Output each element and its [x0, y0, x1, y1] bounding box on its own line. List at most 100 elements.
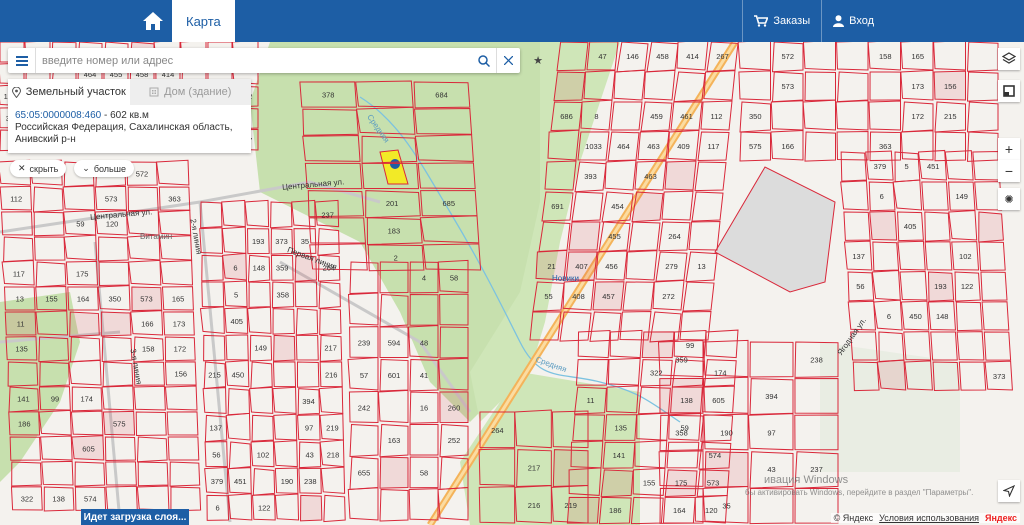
- parcel[interactable]: [3, 236, 34, 263]
- parcel[interactable]: [409, 423, 439, 456]
- parcel[interactable]: [836, 71, 869, 103]
- rotate-button[interactable]: ✺: [998, 188, 1020, 210]
- parcel[interactable]: [227, 493, 253, 521]
- parcel[interactable]: [682, 281, 715, 312]
- parcel[interactable]: [978, 241, 1006, 271]
- parcel[interactable]: [802, 42, 836, 71]
- parcel[interactable]: [41, 460, 74, 486]
- parcel[interactable]: [956, 331, 985, 361]
- parcel[interactable]: [159, 259, 194, 286]
- parcel[interactable]: [577, 330, 611, 359]
- parcel[interactable]: [868, 100, 901, 131]
- parcel[interactable]: [136, 485, 170, 511]
- parcel[interactable]: [622, 281, 655, 311]
- parcel[interactable]: [166, 411, 199, 436]
- parcel[interactable]: [250, 361, 273, 390]
- parcel[interactable]: [840, 151, 867, 182]
- parcel[interactable]: [628, 221, 661, 252]
- parcel[interactable]: [609, 329, 643, 359]
- login-button[interactable]: Вход: [821, 0, 1024, 42]
- parcel[interactable]: [169, 461, 201, 487]
- parcel[interactable]: [379, 456, 409, 489]
- parcel[interactable]: [349, 261, 379, 295]
- parcel[interactable]: [74, 461, 106, 487]
- parcel[interactable]: [35, 261, 67, 288]
- home-button[interactable]: [134, 0, 172, 42]
- parcel[interactable]: [167, 436, 200, 461]
- parcel[interactable]: [272, 308, 295, 335]
- parcel[interactable]: [980, 271, 1008, 301]
- parcel[interactable]: [966, 101, 999, 133]
- parcel[interactable]: [589, 311, 622, 342]
- parcel[interactable]: [227, 388, 250, 416]
- parcel[interactable]: [966, 42, 999, 72]
- parcel[interactable]: [552, 449, 589, 487]
- parcel[interactable]: [983, 331, 1012, 361]
- parcel[interactable]: [62, 185, 96, 211]
- parcel[interactable]: [631, 191, 664, 223]
- parcel[interactable]: [104, 436, 136, 461]
- favorites-button[interactable]: ★: [528, 50, 548, 70]
- parcel[interactable]: [244, 199, 270, 228]
- parcel[interactable]: [924, 211, 951, 242]
- parcel[interactable]: [924, 241, 953, 271]
- parcel[interactable]: [897, 240, 926, 271]
- parcel[interactable]: [164, 385, 198, 411]
- parcel[interactable]: [610, 101, 643, 131]
- parcel[interactable]: [133, 385, 166, 411]
- parcel[interactable]: [170, 486, 202, 512]
- search-button[interactable]: [472, 48, 496, 73]
- parcel[interactable]: [377, 389, 409, 424]
- parcel[interactable]: [869, 210, 898, 241]
- parcel[interactable]: [274, 493, 300, 521]
- parcel[interactable]: [843, 211, 871, 241]
- parcel[interactable]: [272, 361, 297, 388]
- parcel[interactable]: [571, 191, 604, 222]
- parcel[interactable]: [607, 357, 641, 386]
- parcel[interactable]: [553, 71, 586, 102]
- parcel[interactable]: [899, 270, 928, 301]
- parcel[interactable]: [63, 234, 98, 261]
- parcel[interactable]: [247, 306, 272, 334]
- parcel[interactable]: [840, 180, 869, 211]
- parcel[interactable]: [137, 461, 169, 487]
- parcel[interactable]: [379, 488, 409, 522]
- parcel[interactable]: [200, 201, 223, 229]
- parcel[interactable]: [643, 69, 676, 101]
- parcel[interactable]: [871, 269, 901, 301]
- parcel[interactable]: [202, 387, 227, 414]
- parcel[interactable]: [738, 70, 771, 101]
- parcel[interactable]: [981, 301, 1010, 331]
- parcel[interactable]: [251, 414, 274, 442]
- parcel[interactable]: [100, 311, 132, 337]
- parcel[interactable]: [666, 441, 700, 469]
- parcel[interactable]: [770, 100, 804, 131]
- tab-building[interactable]: Дом (здание): [129, 79, 251, 105]
- parcel[interactable]: [804, 131, 836, 162]
- parcel[interactable]: [295, 334, 319, 361]
- parcel[interactable]: [221, 199, 246, 228]
- parcel[interactable]: [201, 281, 225, 308]
- parcel[interactable]: [955, 301, 983, 332]
- geolocate-button[interactable]: [998, 480, 1020, 502]
- clear-search-button[interactable]: [496, 48, 520, 73]
- parcel[interactable]: [105, 461, 137, 486]
- parcel[interactable]: [737, 42, 771, 71]
- parcel[interactable]: [33, 236, 66, 261]
- parcel[interactable]: [568, 221, 601, 251]
- parcel[interactable]: [273, 413, 298, 441]
- parcel[interactable]: [347, 487, 379, 521]
- parcel[interactable]: [98, 236, 129, 262]
- orders-button[interactable]: Заказы: [742, 0, 821, 42]
- parcel[interactable]: [804, 71, 836, 101]
- menu-button[interactable]: [8, 48, 36, 73]
- parcel[interactable]: [225, 334, 249, 361]
- parcel[interactable]: [249, 386, 274, 414]
- parcel[interactable]: [892, 179, 923, 211]
- zoom-in-button[interactable]: +: [998, 138, 1020, 160]
- parcel[interactable]: [934, 131, 966, 162]
- parcel[interactable]: [664, 160, 697, 191]
- parcel[interactable]: [98, 261, 130, 286]
- parcel[interactable]: [40, 435, 73, 461]
- parcel[interactable]: [294, 281, 318, 308]
